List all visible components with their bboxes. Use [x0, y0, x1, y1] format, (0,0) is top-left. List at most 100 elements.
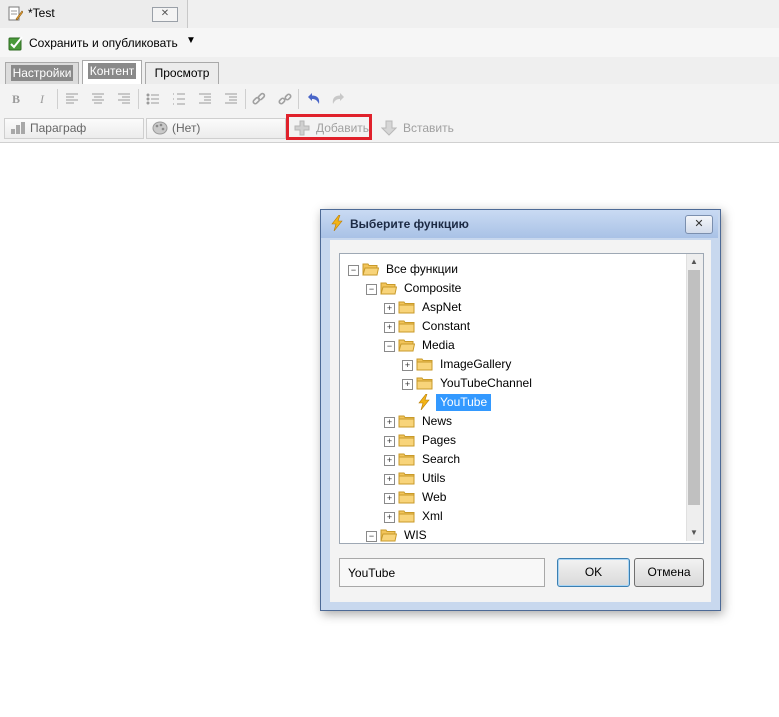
tree-node-utils[interactable]: + Utils	[340, 469, 680, 488]
expand-icon[interactable]: +	[384, 322, 395, 333]
tree-node-web[interactable]: + Web	[340, 488, 680, 507]
tree-node-imagegallery[interactable]: + ImageGallery	[340, 355, 680, 374]
paragraph-format-icon	[11, 122, 25, 134]
tab-settings-label: Настройки	[10, 65, 74, 81]
tree-label-selected: YouTube	[436, 394, 492, 411]
collapse-icon[interactable]: −	[366, 531, 377, 542]
tree-label: Constant	[422, 319, 471, 333]
tab-settings[interactable]: Настройки	[5, 62, 79, 84]
expand-icon[interactable]: +	[402, 360, 413, 371]
tree-label: News	[422, 414, 453, 428]
folder-icon	[398, 510, 415, 523]
collapse-icon[interactable]: −	[366, 284, 377, 295]
expand-icon[interactable]: +	[384, 303, 395, 314]
expand-icon[interactable]: +	[384, 436, 395, 447]
tree-label: YouTubeChannel	[440, 376, 532, 390]
indent-icon[interactable]	[223, 91, 239, 107]
folder-icon	[398, 472, 415, 485]
folder-open-icon	[380, 529, 397, 542]
tree-node-composite[interactable]: − Composite	[340, 279, 680, 298]
expand-icon[interactable]: +	[384, 474, 395, 485]
italic-button[interactable]: I	[34, 91, 50, 107]
redo-icon[interactable]	[331, 91, 347, 107]
tree-node-news[interactable]: + News	[340, 412, 680, 431]
folder-open-icon	[362, 263, 379, 276]
folder-icon	[398, 453, 415, 466]
folder-icon	[398, 491, 415, 504]
tab-preview[interactable]: Просмотр	[145, 62, 219, 84]
tree-label: Utils	[422, 471, 446, 485]
style-select-value: (Нет)	[172, 121, 201, 135]
close-icon[interactable]: ✕	[152, 7, 178, 22]
tree-node-xml[interactable]: + Xml	[340, 507, 680, 526]
align-left-icon[interactable]	[64, 91, 80, 107]
collapse-icon[interactable]: −	[348, 265, 359, 276]
unlink-icon[interactable]	[277, 91, 293, 107]
style-select[interactable]: (Нет)	[146, 118, 286, 139]
toolbar-divider	[57, 89, 58, 109]
scrollbar-thumb[interactable]	[688, 270, 700, 505]
tree-node-media[interactable]: − Media	[340, 336, 680, 355]
folder-icon	[398, 434, 415, 447]
bold-button[interactable]: B	[8, 91, 24, 107]
expand-icon[interactable]: +	[384, 417, 395, 428]
function-tree[interactable]: − Все функции − Composite + AspNet + Con…	[339, 253, 704, 544]
document-tab-title: *Test	[28, 6, 55, 20]
cancel-button[interactable]: Отмена	[634, 558, 704, 587]
folder-icon	[416, 377, 433, 390]
selected-function-field[interactable]: YouTube	[339, 558, 545, 587]
folder-open-icon	[398, 339, 415, 352]
edit-document-icon	[8, 6, 23, 21]
align-center-icon[interactable]	[90, 91, 106, 107]
tree-node-youtube[interactable]: YouTube	[340, 393, 680, 412]
link-icon[interactable]	[251, 91, 267, 107]
save-publish-button[interactable]: Сохранить и опубликовать	[29, 36, 178, 50]
highlight-box	[286, 114, 372, 140]
folder-icon	[398, 320, 415, 333]
paragraph-select-value: Параграф	[30, 121, 87, 135]
bullet-list-icon[interactable]	[145, 91, 161, 107]
tree-node-pages[interactable]: + Pages	[340, 431, 680, 450]
tree-node-constant[interactable]: + Constant	[340, 317, 680, 336]
tree-node-wis[interactable]: − WIS	[340, 526, 680, 543]
scroll-down-icon[interactable]: ▼	[686, 525, 702, 541]
tree-node-search[interactable]: + Search	[340, 450, 680, 469]
insert-label: Вставить	[403, 121, 454, 135]
tab-content-label: Контент	[87, 63, 137, 79]
tree-node-all-functions[interactable]: − Все функции	[340, 260, 680, 279]
paragraph-select[interactable]: Параграф	[4, 118, 144, 139]
tree-label: ImageGallery	[440, 357, 512, 371]
dialog-close-icon[interactable]: ✕	[685, 215, 713, 234]
tree-label: Web	[422, 490, 447, 504]
folder-open-icon	[380, 282, 397, 295]
tree-label: Pages	[422, 433, 457, 447]
undo-icon[interactable]	[305, 91, 321, 107]
expand-icon[interactable]: +	[384, 493, 395, 504]
tree-label: Composite	[404, 281, 462, 295]
numbered-list-icon[interactable]	[171, 91, 187, 107]
toolbar-divider	[245, 89, 246, 109]
align-right-icon[interactable]	[116, 91, 132, 107]
publish-dropdown-arrow[interactable]: ▼	[186, 35, 196, 46]
expand-icon[interactable]: +	[402, 379, 413, 390]
save-publish-icon[interactable]	[8, 35, 24, 51]
tree-label: Search	[422, 452, 461, 466]
tree-label: Все функции	[386, 262, 458, 276]
outdent-icon[interactable]	[197, 91, 213, 107]
tree-node-aspnet[interactable]: + AspNet	[340, 298, 680, 317]
ok-button[interactable]: OK	[557, 558, 630, 587]
down-arrow-icon	[381, 120, 397, 136]
function-lightning-icon	[418, 394, 430, 410]
scroll-up-icon[interactable]: ▲	[686, 254, 702, 270]
tree-node-youtubechannel[interactable]: + YouTubeChannel	[340, 374, 680, 393]
collapse-icon[interactable]: −	[384, 341, 395, 352]
tab-content[interactable]: Контент	[82, 60, 142, 84]
folder-icon	[416, 358, 433, 371]
expand-icon[interactable]: +	[384, 455, 395, 466]
folder-icon	[398, 301, 415, 314]
function-lightning-icon	[331, 215, 343, 231]
expand-icon[interactable]: +	[384, 512, 395, 523]
tree-label: Xml	[422, 509, 443, 523]
insert-button[interactable]: Вставить	[381, 118, 461, 138]
palette-icon	[152, 121, 168, 135]
